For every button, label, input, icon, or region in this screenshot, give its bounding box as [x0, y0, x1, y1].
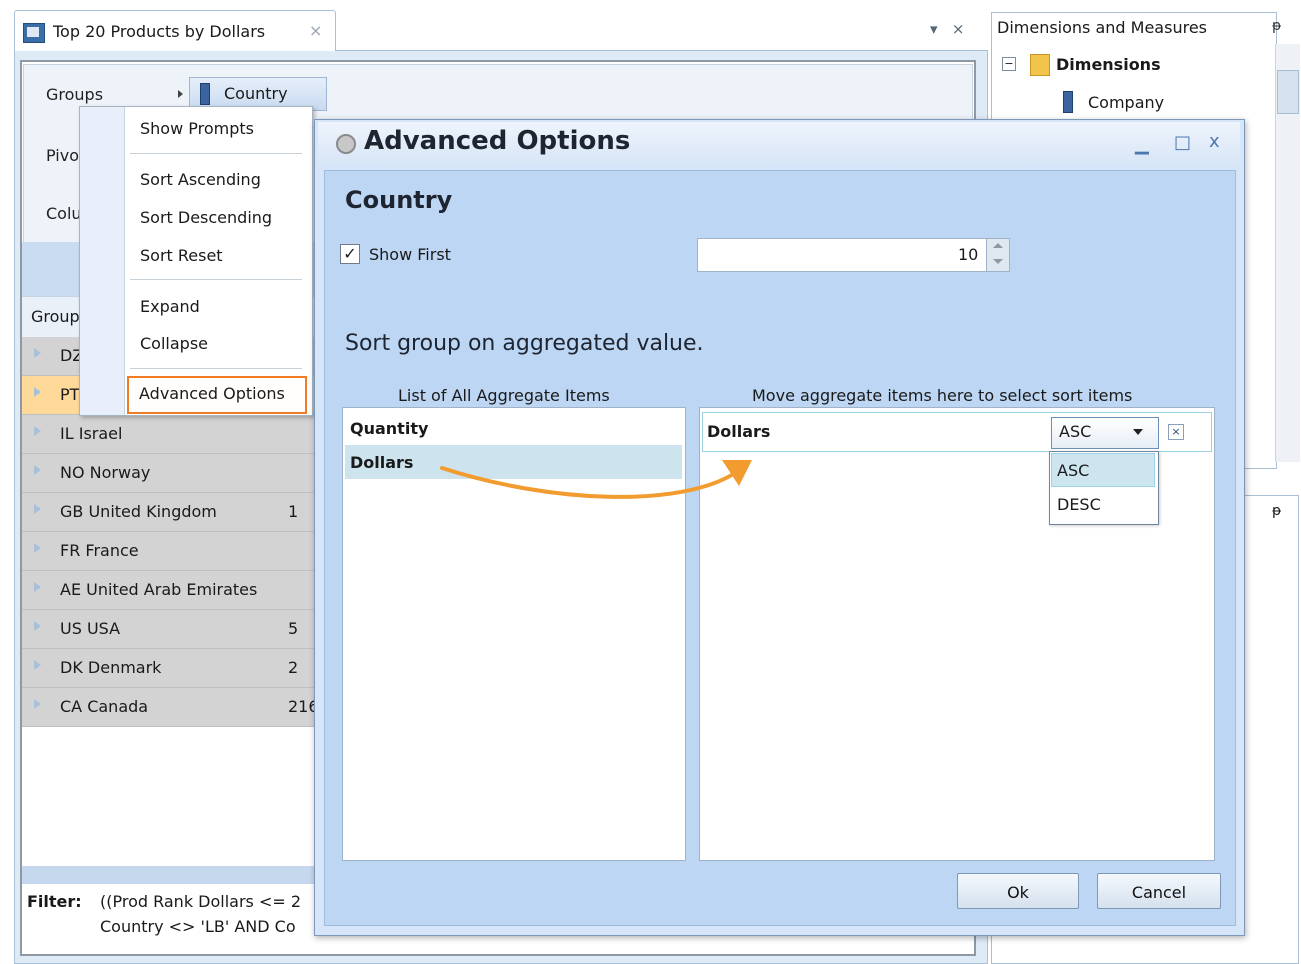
table-row[interactable]: GB United Kingdom 1 [22, 493, 322, 532]
scrollbar-thumb[interactable] [1277, 70, 1299, 114]
chevron-down-icon[interactable] [1133, 429, 1143, 435]
menu-item-sort-descending[interactable]: Sort Descending [140, 208, 272, 227]
grid-header-group: Group [31, 307, 80, 326]
list-item[interactable]: Quantity [350, 419, 428, 438]
number-spinner[interactable] [986, 238, 1010, 272]
pivot-label: Pivo [46, 146, 79, 165]
menu-item-advanced-options[interactable]: Advanced Options [127, 376, 307, 414]
menu-item-sort-ascending[interactable]: Sort Ascending [140, 170, 261, 189]
expand-row-icon[interactable] [34, 543, 41, 553]
pin-icon[interactable]: ᵽ [1272, 503, 1281, 519]
expand-row-icon[interactable] [34, 699, 41, 709]
table-row[interactable]: IL Israel [22, 415, 322, 454]
maximize-icon[interactable]: □ [1174, 132, 1191, 153]
expand-row-icon[interactable] [34, 582, 41, 592]
panel-title: Dimensions and Measures [997, 18, 1207, 37]
folder-icon [1030, 54, 1050, 76]
tab-dropdown-icon[interactable]: ▾ [930, 20, 938, 38]
menu-separator [130, 153, 302, 154]
grid-footer [22, 866, 322, 884]
expand-row-icon[interactable] [34, 621, 41, 631]
sort-description: Sort group on aggregated value. [345, 331, 704, 356]
row-name: US USA [60, 619, 121, 638]
menu-gutter [80, 107, 125, 415]
drag-arrow-icon [440, 460, 752, 499]
remove-icon[interactable]: × [1168, 424, 1184, 440]
dimension-icon [1063, 91, 1073, 113]
dialog-heading: Country [345, 186, 453, 214]
pin-icon[interactable]: ᵽ [1272, 18, 1281, 34]
tab-controls: ▾ × [930, 20, 964, 38]
show-first-value: 10 [958, 245, 979, 264]
row-name: CA Canada [60, 697, 149, 716]
table-row[interactable]: NO Norway [22, 454, 322, 493]
menu-item-show-prompts[interactable]: Show Prompts [140, 119, 254, 138]
country-chip-label: Country [224, 84, 288, 103]
ok-button[interactable]: Ok [957, 873, 1079, 909]
row-value: 1 [288, 502, 299, 521]
spin-up-icon[interactable] [993, 243, 1003, 248]
advanced-options-label: Advanced Options [139, 384, 285, 403]
context-menu: Show Prompts Sort Ascending Sort Descend… [79, 106, 313, 416]
dropdown-option-asc[interactable]: ASC [1057, 461, 1089, 480]
document-tab[interactable]: Top 20 Products by Dollars × [14, 10, 336, 51]
sort-direction-value: ASC [1059, 422, 1092, 441]
row-name: IL Israel [60, 424, 123, 443]
row-name: PT [60, 385, 80, 404]
spin-down-icon[interactable] [993, 259, 1003, 264]
row-name: DK Denmark [60, 658, 162, 677]
row-name: FR France [60, 541, 139, 560]
menu-item-expand[interactable]: Expand [140, 297, 200, 316]
report-icon [23, 23, 45, 43]
table-row[interactable]: US USA 5 [22, 610, 322, 649]
table-row[interactable]: FR France [22, 532, 322, 571]
tab-close-all-icon[interactable]: × [952, 20, 965, 38]
expand-row-icon[interactable] [34, 348, 41, 358]
row-value: 5 [288, 619, 299, 638]
row-name: GB United Kingdom [60, 502, 217, 521]
dropdown-option-desc[interactable]: DESC [1057, 495, 1101, 514]
left-list-header: List of All Aggregate Items [398, 386, 610, 405]
show-first-label: Show First [369, 245, 451, 264]
menu-separator [130, 368, 302, 369]
groups-label: Groups [46, 85, 104, 104]
expand-row-icon[interactable] [34, 465, 41, 475]
row-value: 2 [288, 658, 299, 677]
right-list-header: Move aggregate items here to select sort… [752, 386, 1133, 405]
filter-label: Filter: [27, 892, 82, 911]
close-icon[interactable]: x [1209, 131, 1220, 152]
row-name: AE United Arab Emirates [60, 580, 258, 599]
minimize-icon[interactable]: ▁ [1135, 134, 1149, 155]
tree-node-company[interactable]: Company [1088, 93, 1164, 112]
menu-item-sort-reset[interactable]: Sort Reset [140, 246, 223, 265]
list-item[interactable]: Dollars [350, 453, 413, 472]
expand-row-icon[interactable] [34, 660, 41, 670]
document-tab-title: Top 20 Products by Dollars [53, 22, 266, 41]
tree-node-dimensions[interactable]: Dimensions [1056, 55, 1161, 74]
cancel-button[interactable]: Cancel [1097, 873, 1221, 909]
tab-close-icon[interactable]: × [309, 21, 322, 40]
tree-collapse-icon[interactable]: − [1002, 57, 1016, 71]
dimension-icon [200, 83, 210, 105]
expand-row-icon[interactable] [34, 387, 41, 397]
sort-item-label: Dollars [707, 422, 771, 441]
expand-arrow-icon [178, 90, 183, 98]
dialog-title: Advanced Options [364, 126, 631, 156]
show-first-checkbox[interactable]: ✓ [340, 244, 360, 264]
expand-row-icon[interactable] [34, 504, 41, 514]
table-row[interactable]: AE United Arab Emirates [22, 571, 322, 610]
menu-separator [130, 279, 302, 280]
show-first-input[interactable] [697, 238, 989, 272]
filter-line-1: ((Prod Rank Dollars <= 2 [100, 892, 302, 911]
menu-item-collapse[interactable]: Collapse [140, 334, 208, 353]
columns-label: Colu [46, 204, 82, 223]
gear-icon [336, 134, 356, 154]
table-row[interactable]: CA Canada 216 [22, 688, 322, 727]
filter-line-2: Country <> 'LB' AND Co [100, 917, 296, 936]
expand-row-icon[interactable] [34, 426, 41, 436]
row-name: NO Norway [60, 463, 151, 482]
table-row[interactable]: DK Denmark 2 [22, 649, 322, 688]
